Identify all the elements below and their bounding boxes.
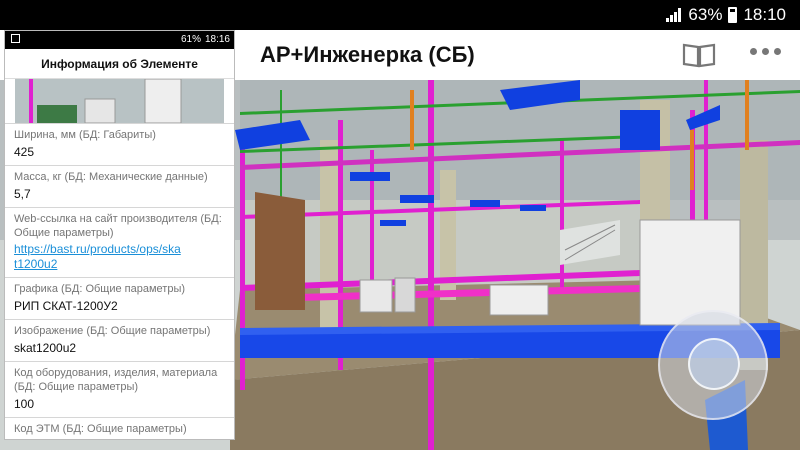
more-options-icon[interactable]	[750, 48, 781, 55]
clock: 18:10	[743, 5, 786, 24]
joystick-knob[interactable]	[688, 338, 740, 390]
field-label: Код оборудования, изделия, материала (БД…	[14, 367, 218, 393]
field-mass: Масса, кг (БД: Механические данные) 5,7	[5, 165, 234, 207]
field-value: skat1200u2	[14, 341, 77, 355]
navigation-joystick[interactable]	[658, 310, 768, 420]
field-web-link: Web-ссылка на сайт производителя (БД: Об…	[5, 207, 234, 277]
page-title: АР+Инженерка (СБ)	[260, 42, 475, 67]
field-etm-code: Код ЭТМ (БД: Общие параметры)	[5, 417, 234, 439]
field-width: Ширина, мм (БД: Габариты) 425	[5, 123, 234, 165]
field-value: 425	[14, 145, 35, 159]
field-value: 100	[14, 397, 35, 411]
field-label: Web-ссылка на сайт производителя (БД: Об…	[14, 213, 222, 239]
field-value: 5,7	[14, 187, 31, 201]
field-value: РИП СКАТ-1200У2	[14, 299, 118, 313]
mini-battery-percent: 61%	[180, 34, 201, 45]
element-thumbnail	[15, 79, 224, 123]
field-label: Масса, кг (БД: Механические данные)	[14, 171, 208, 183]
mini-status-bar: 61% 18:16	[5, 31, 234, 49]
field-image: Изображение (БД: Общие параметры) skat12…	[5, 319, 234, 361]
screenshot-icon	[11, 34, 20, 43]
mini-clock: 18:16	[204, 34, 230, 45]
field-label: Ширина, мм (БД: Габариты)	[14, 129, 156, 141]
status-bar: 63% 18:10	[0, 0, 800, 30]
battery-icon	[728, 7, 738, 23]
field-label: Код ЭТМ (БД: Общие параметры)	[14, 423, 187, 435]
element-info-panel[interactable]: 61% 18:16 Информация об Элементе Ширина,…	[4, 30, 235, 440]
signal-icon	[666, 8, 682, 22]
field-label: Изображение (БД: Общие параметры)	[14, 325, 211, 337]
book-icon[interactable]	[682, 42, 716, 68]
manufacturer-link[interactable]: https://bast.ru/products/ops/skat1200u2	[14, 242, 184, 272]
panel-title: Информация об Элементе	[5, 49, 234, 79]
field-equipment-code: Код оборудования, изделия, материала (БД…	[5, 361, 234, 417]
field-label: Графика (БД: Общие параметры)	[14, 283, 186, 295]
battery-percent: 63%	[688, 5, 723, 24]
field-graphics: Графика (БД: Общие параметры) РИП СКАТ-1…	[5, 277, 234, 319]
